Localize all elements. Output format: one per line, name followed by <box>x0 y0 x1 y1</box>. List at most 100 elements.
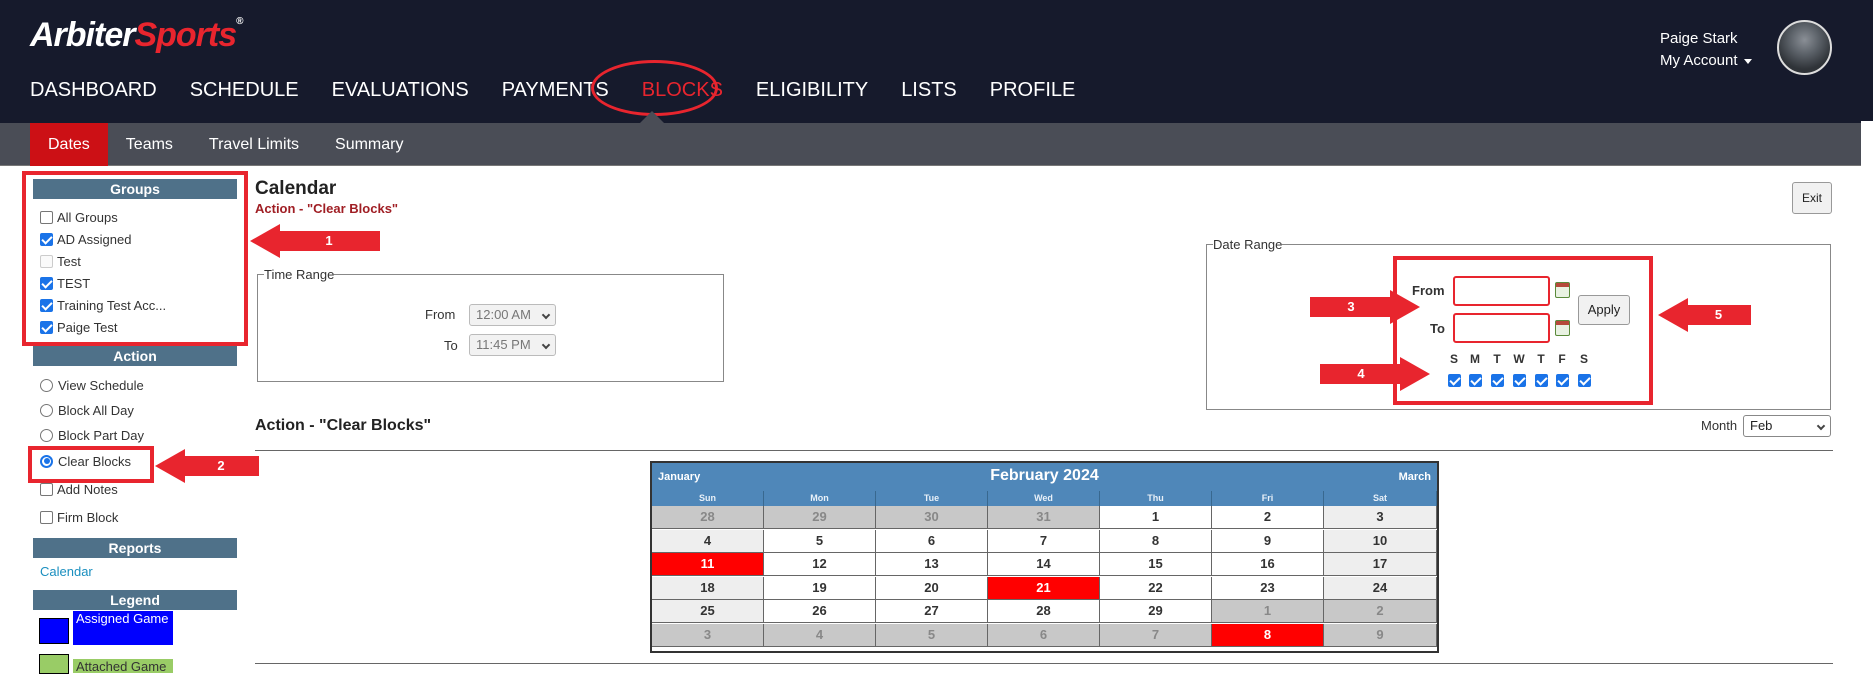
day-checkbox-sun[interactable] <box>1448 374 1461 387</box>
calendar-day-cell[interactable]: 15 <box>1100 553 1212 576</box>
calendar-day-cell[interactable]: 5 <box>764 529 876 553</box>
time-to-select[interactable]: 11:45 PM <box>469 334 556 356</box>
date-from-input[interactable] <box>1453 276 1550 306</box>
calendar-day-cell[interactable]: 17 <box>1324 553 1437 576</box>
nav-eligibility[interactable]: ELIGIBILITY <box>756 79 868 102</box>
calendar-day-cell[interactable]: 29 <box>764 506 876 529</box>
month-select[interactable]: Feb <box>1743 415 1831 437</box>
action-view-schedule[interactable]: View Schedule <box>40 375 144 395</box>
sub-nav-edge <box>1861 121 1873 166</box>
checkbox[interactable] <box>40 510 53 524</box>
top-header: ArbiterSports® DASHBOARD SCHEDULE EVALUA… <box>0 0 1873 123</box>
next-month-link[interactable]: March <box>1399 471 1431 483</box>
calendar-day-cell[interactable]: 10 <box>1324 529 1437 553</box>
action-block-part-day[interactable]: Block Part Day <box>40 425 144 445</box>
calendar-day-cell[interactable]: 8 <box>1212 623 1324 647</box>
action-block-all-day[interactable]: Block All Day <box>40 400 134 420</box>
nav-schedule[interactable]: SCHEDULE <box>190 79 299 102</box>
tab-teams[interactable]: Teams <box>108 123 191 166</box>
apply-button[interactable]: Apply <box>1578 295 1630 325</box>
page-title: Calendar <box>255 178 337 199</box>
legend-attached-swatch <box>39 654 69 674</box>
calendar-day-cell[interactable]: 31 <box>988 506 1100 529</box>
date-from-label: From <box>1412 283 1445 298</box>
calendar-day-cell[interactable]: 12 <box>764 553 876 576</box>
calendar-day-cell[interactable]: 25 <box>652 600 764 623</box>
calendar-day-cell[interactable]: 1 <box>1212 600 1324 623</box>
date-to-input[interactable] <box>1453 313 1550 343</box>
calendar-day-cell[interactable]: 7 <box>988 529 1100 553</box>
radio[interactable] <box>40 403 53 417</box>
calendar-day-cell[interactable]: 3 <box>1324 506 1437 529</box>
avatar[interactable] <box>1777 20 1832 75</box>
calendar-day-cell[interactable]: 4 <box>652 529 764 553</box>
calendar-day-cell[interactable]: 1 <box>1100 506 1212 529</box>
user-menu[interactable]: Paige Stark My Account <box>1660 28 1752 72</box>
day-checkbox-wed[interactable] <box>1513 374 1526 387</box>
calendar-day-cell[interactable]: 11 <box>652 553 764 576</box>
calendar-day-cell[interactable]: 30 <box>876 506 988 529</box>
action-subtitle: Action - "Clear Blocks" <box>255 201 399 216</box>
calendar-day-cell[interactable]: 2 <box>1212 506 1324 529</box>
calendar-day-cell[interactable]: 6 <box>988 623 1100 647</box>
calendar-day-cell[interactable]: 2 <box>1324 600 1437 623</box>
calendar-day-cell[interactable]: 3 <box>652 623 764 647</box>
calendar-icon[interactable] <box>1555 320 1570 336</box>
calendar-day-cell[interactable]: 19 <box>764 576 876 600</box>
calendar-day-cell[interactable]: 23 <box>1212 576 1324 600</box>
tab-dates[interactable]: Dates <box>30 123 108 166</box>
calendar-day-cell[interactable]: 14 <box>988 553 1100 576</box>
calendar-day-cell[interactable]: 22 <box>1100 576 1212 600</box>
day-checkbox-thu[interactable] <box>1535 374 1548 387</box>
calendar-day-cell[interactable]: 18 <box>652 576 764 600</box>
exit-button[interactable]: Exit <box>1792 182 1832 214</box>
month-calendar: January February 2024 March Sun Mon Tue Wed… <box>650 461 1439 653</box>
day-letter-tue: T <box>1493 352 1501 366</box>
tab-travel-limits[interactable]: Travel Limits <box>191 123 317 166</box>
time-from-select[interactable]: 12:00 AM <box>469 304 556 326</box>
calendar-day-cell[interactable]: 26 <box>764 600 876 623</box>
calendar-day-cell[interactable]: 7 <box>1100 623 1212 647</box>
day-checkbox-sat[interactable] <box>1578 374 1591 387</box>
day-checkbox-tue[interactable] <box>1491 374 1504 387</box>
nav-profile[interactable]: PROFILE <box>990 79 1076 102</box>
day-letter-sun: S <box>1449 352 1458 366</box>
action-firm-block[interactable]: Firm Block <box>40 507 118 527</box>
calendar-dow-sun: Sun <box>652 491 764 506</box>
annotation-arrow-1: 1 <box>250 224 380 258</box>
calendar-day-cell[interactable]: 16 <box>1212 553 1324 576</box>
calendar-day-cell[interactable]: 21 <box>988 576 1100 600</box>
radio[interactable] <box>40 428 53 442</box>
nav-evaluations[interactable]: EVALUATIONS <box>332 79 469 102</box>
calendar-icon[interactable] <box>1555 282 1570 298</box>
action-add-notes[interactable]: Add Notes <box>40 479 118 499</box>
calendar-day-cell[interactable]: 28 <box>988 600 1100 623</box>
calendar-day-cell[interactable]: 4 <box>764 623 876 647</box>
calendar-day-cell[interactable]: 27 <box>876 600 988 623</box>
my-account-dropdown[interactable]: My Account <box>1660 50 1752 72</box>
calendar-day-cell[interactable]: 5 <box>876 623 988 647</box>
nav-dashboard[interactable]: DASHBOARD <box>30 79 157 102</box>
calendar-day-cell[interactable]: 6 <box>876 529 988 553</box>
nav-lists[interactable]: LISTS <box>901 79 957 102</box>
tab-summary[interactable]: Summary <box>317 123 421 166</box>
arbitersports-logo[interactable]: ArbiterSports® <box>30 16 244 55</box>
calendar-day-cell[interactable]: 24 <box>1324 576 1437 600</box>
time-range-legend: Time Range <box>264 267 335 282</box>
calendar-day-cell[interactable]: 9 <box>1324 623 1437 647</box>
checkbox[interactable] <box>40 482 53 496</box>
calendar-day-cell[interactable]: 13 <box>876 553 988 576</box>
day-checkbox-mon[interactable] <box>1469 374 1482 387</box>
calendar-day-cell[interactable]: 20 <box>876 576 988 600</box>
calendar-day-cell[interactable]: 29 <box>1100 600 1212 623</box>
arrow-head <box>250 224 280 258</box>
radio[interactable] <box>40 378 53 392</box>
day-checkbox-fri[interactable] <box>1556 374 1569 387</box>
day-letter-mon: M <box>1470 352 1480 366</box>
calendar-day-cell[interactable]: 8 <box>1100 529 1212 553</box>
chevron-down-icon <box>541 310 551 320</box>
reports-calendar-link[interactable]: Calendar <box>40 564 93 579</box>
date-to-label: To <box>1430 321 1445 336</box>
calendar-day-cell[interactable]: 9 <box>1212 529 1324 553</box>
calendar-day-cell[interactable]: 28 <box>652 506 764 529</box>
